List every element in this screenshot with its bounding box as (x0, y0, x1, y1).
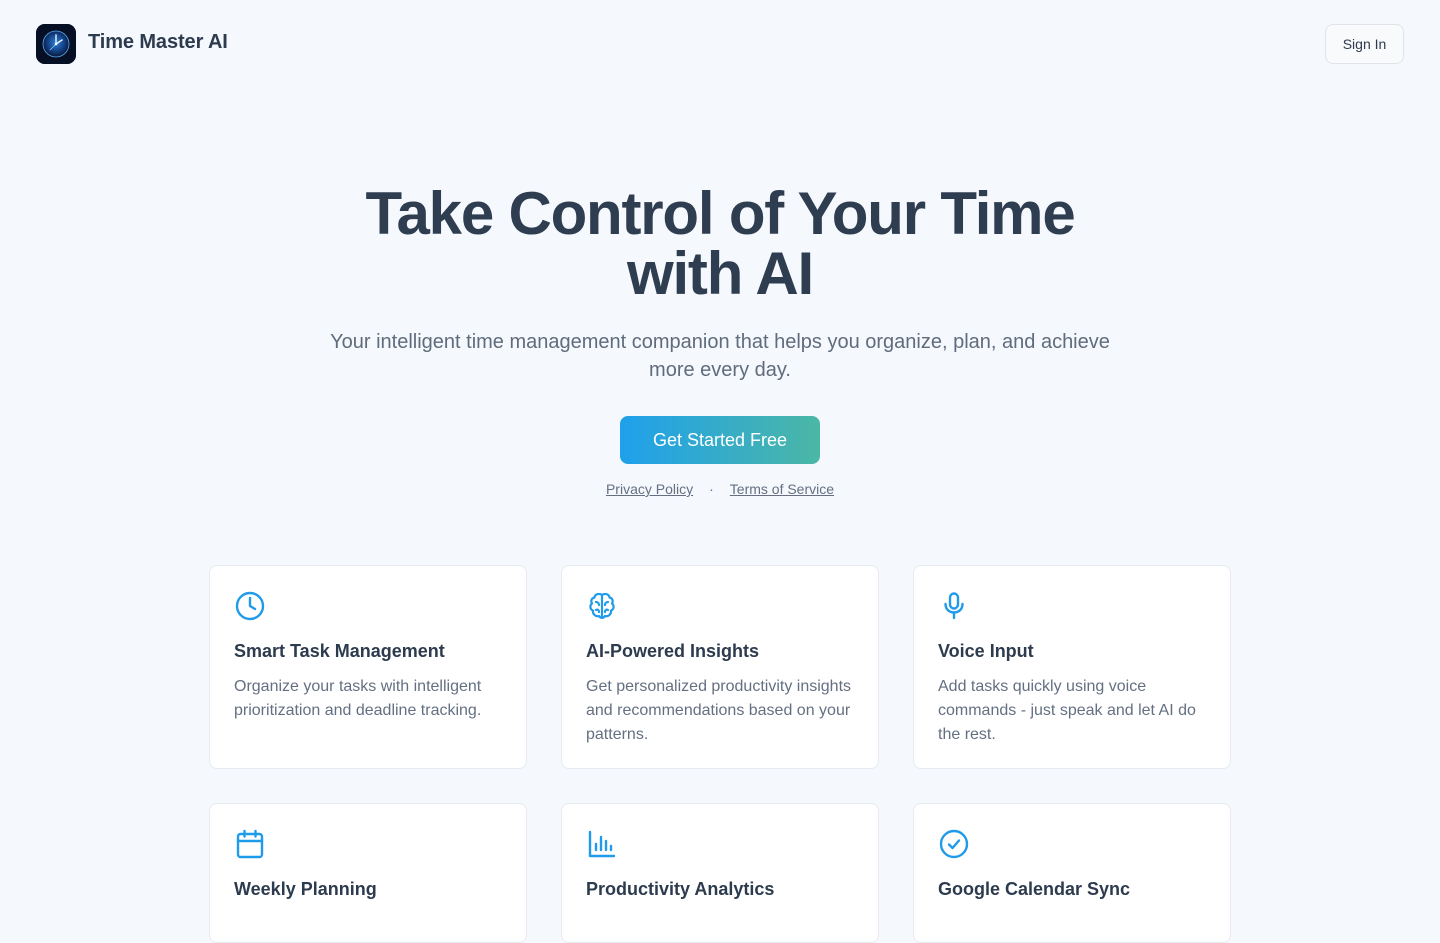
feature-title: Weekly Planning (234, 879, 377, 899)
check-circle-icon (939, 829, 969, 859)
hero-title-line-1: Take Control of Your Time (365, 180, 1076, 247)
feature-card-task-management: Smart Task Management Organize your task… (209, 565, 527, 769)
clock-icon (235, 591, 265, 621)
feature-title: Google Calendar Sync (938, 879, 1131, 899)
brand-name[interactable]: Time Master AI (88, 31, 228, 54)
top-nav: Time Master AI Sign In (0, 0, 1440, 88)
feature-title: Productivity Analytics (586, 879, 775, 899)
feature-card-google-calendar-sync: Google Calendar Sync (913, 803, 1231, 943)
sign-in-button[interactable]: Sign In (1325, 24, 1404, 64)
brain-icon (589, 592, 615, 619)
feature-description: Organize your tasks with intelligent pri… (234, 678, 482, 719)
privacy-policy-link[interactable]: Privacy Policy (606, 481, 693, 497)
feature-card-productivity-analytics: Productivity Analytics (561, 803, 879, 943)
feature-description: Get personalized productivity insights a… (586, 678, 852, 743)
terms-of-service-link[interactable]: Terms of Service (730, 481, 834, 497)
feature-title: Smart Task Management (234, 641, 445, 661)
link-separator: · (709, 481, 714, 497)
feature-card-voice-input: Voice Input Add tasks quickly using voic… (913, 565, 1231, 769)
hero-title: Take Control of Your Time with AI (0, 184, 1440, 304)
bar-chart-icon (588, 830, 616, 858)
calendar-icon (236, 829, 264, 859)
get-started-button[interactable]: Get Started Free (620, 416, 820, 464)
hero-subtitle: Your intelligent time management compani… (330, 331, 1110, 381)
feature-card-ai-insights: AI-Powered Insights Get personalized pro… (561, 565, 879, 769)
clock-logo-icon[interactable] (36, 24, 76, 64)
feature-title: AI-Powered Insights (586, 641, 760, 661)
feature-card-weekly-planning: Weekly Planning (209, 803, 527, 943)
feature-description: Add tasks quickly using voice commands -… (938, 678, 1196, 743)
microphone-icon (944, 592, 964, 620)
feature-title: Voice Input (938, 641, 1034, 661)
legal-links: Privacy Policy · Terms of Service (0, 481, 1440, 497)
hero-title-line-2: with AI (626, 240, 814, 307)
